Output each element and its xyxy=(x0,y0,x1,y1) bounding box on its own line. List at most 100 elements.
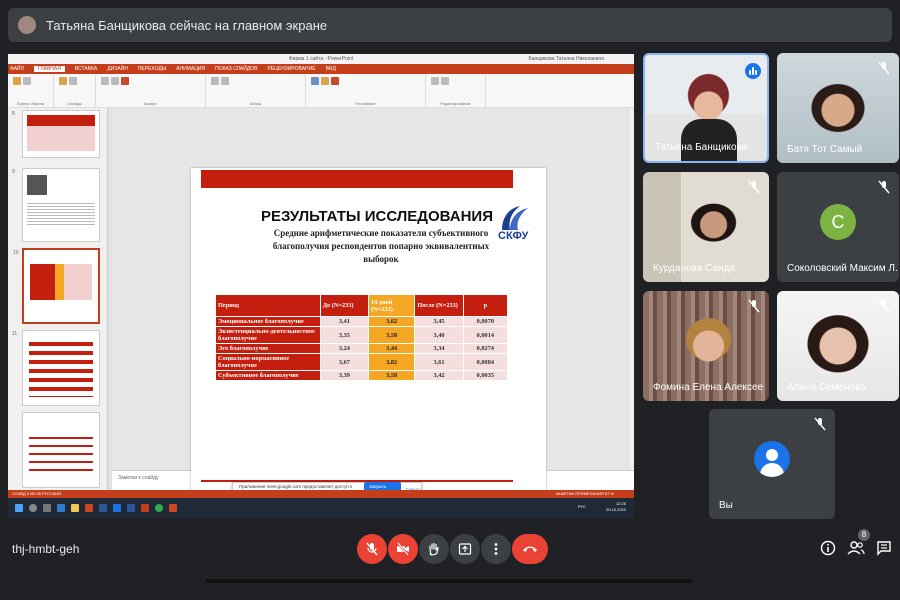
thumbs-scrollbar[interactable] xyxy=(108,108,112,490)
office-icon[interactable] xyxy=(85,504,93,512)
hang-up-icon xyxy=(523,546,537,552)
edge-icon[interactable] xyxy=(57,504,65,512)
ppt-window-title: Фирма 1 сайта - PowerPoint xyxy=(288,56,354,62)
col-header-after: После (N=233) xyxy=(414,294,464,317)
slide-thumb-11[interactable]: 11 xyxy=(12,330,100,406)
mic-off-icon xyxy=(878,180,890,194)
italic-icon[interactable] xyxy=(111,77,119,85)
mic-off-icon xyxy=(878,61,890,75)
chrome-icon[interactable] xyxy=(155,504,163,512)
keyboard-language[interactable]: РУС xyxy=(578,504,586,509)
ribbon-group-drawing: Рисование xyxy=(306,74,426,107)
tab-home[interactable]: ГЛАВНАЯ xyxy=(33,66,65,72)
word-icon[interactable] xyxy=(99,504,107,512)
ribbon-group-slides: Слайды xyxy=(54,74,96,107)
participant-name: Фомина Елена Алексее... xyxy=(653,382,763,393)
table-row: Социально-нормативное благополучие 3,67 … xyxy=(215,353,509,371)
tab-animation[interactable]: АНИМАЦИЯ xyxy=(176,66,205,72)
chat-button[interactable] xyxy=(874,538,894,558)
mic-off-icon xyxy=(878,299,890,313)
find-icon[interactable] xyxy=(431,77,439,85)
participant-tile[interactable]: Алина Семенова xyxy=(777,291,899,401)
shapes-icon[interactable] xyxy=(311,77,319,85)
self-tile[interactable]: Вы xyxy=(709,409,835,519)
replace-icon[interactable] xyxy=(441,77,449,85)
col-header-before: До (N=233) xyxy=(319,294,370,317)
current-slide: РЕЗУЛЬТАТЫ ИССЛЕДОВАНИЯ Средние арифмети… xyxy=(191,168,546,516)
participant-tile[interactable]: С Соколовский Максим Л... xyxy=(777,172,899,282)
powerpoint-icon-2[interactable] xyxy=(169,504,177,512)
font-color-icon[interactable] xyxy=(121,77,129,85)
participant-name: Татьяна Банщикова xyxy=(655,142,748,153)
bottom-edge-bar xyxy=(206,579,692,583)
mic-toggle-button[interactable] xyxy=(357,534,387,564)
tab-slideshow[interactable]: ПОКАЗ СЛАЙДОВ xyxy=(215,66,257,72)
participant-name: Курданова Саида xyxy=(653,263,735,274)
ribbon-group-clipboard: Буфер обмена xyxy=(8,74,54,107)
meet-controls: thj-hmbt-geh xyxy=(0,520,900,580)
ppt-status-bar: СЛАЙД 9 ИЗ 36 РУССКИЙ ЗАМЕТКИ ПРИМЕЧАНИЯ… xyxy=(8,490,634,498)
tab-design[interactable]: ДИЗАЙН xyxy=(107,66,128,72)
slide-thumb-12[interactable] xyxy=(22,412,100,488)
shared-screen: Фирма 1 сайта - PowerPoint Банщикова Тат… xyxy=(8,54,634,518)
more-vert-icon xyxy=(494,543,498,555)
slide-thumb-9[interactable]: 9 xyxy=(12,168,100,242)
new-slide-icon[interactable] xyxy=(59,77,67,85)
explorer-icon[interactable] xyxy=(71,504,79,512)
cut-icon[interactable] xyxy=(23,77,31,85)
participant-tile[interactable]: Курданова Саида xyxy=(643,172,769,282)
mic-off-icon xyxy=(366,542,378,556)
paste-icon[interactable] xyxy=(13,77,21,85)
participant-tile[interactable]: Татьяна Банщикова xyxy=(643,53,769,163)
windows-start-icon[interactable] xyxy=(15,504,23,512)
participant-name: Батя Тот Самый xyxy=(787,144,863,155)
tab-view[interactable]: ВИД xyxy=(326,66,336,72)
slide-thumbnails: 8 9 10 11 xyxy=(8,108,108,490)
ppt-workspace: 8 9 10 11 Заметки к слайду РЕЗУЛЬТАТЫ ИС… xyxy=(8,108,634,516)
layout-icon[interactable] xyxy=(69,77,77,85)
participant-name: Соколовский Максим Л... xyxy=(787,263,897,274)
participant-tile[interactable]: Батя Тот Самый xyxy=(777,53,899,163)
tab-insert[interactable]: ВСТАВКА xyxy=(75,66,97,72)
participants-button[interactable] xyxy=(846,538,866,558)
tab-transitions[interactable]: ПЕРЕХОДЫ xyxy=(138,66,166,72)
align-icon[interactable] xyxy=(221,77,229,85)
powerpoint-icon[interactable] xyxy=(141,504,149,512)
quick-styles-icon[interactable] xyxy=(331,77,339,85)
raise-hand-button[interactable] xyxy=(419,534,449,564)
self-avatar-icon xyxy=(754,441,790,477)
bullets-icon[interactable] xyxy=(211,77,219,85)
bold-icon[interactable] xyxy=(101,77,109,85)
table-row: Эго благополучие 3,24 3,44 3,34 0,0274 xyxy=(215,343,509,354)
tab-review[interactable]: РЕЦЕНЗИРОВАНИЕ xyxy=(267,66,315,72)
taskbar-clock: 12:26 20.10.2022 xyxy=(605,501,626,512)
results-table: Период До (N=233) 14 дней (N=233) После … xyxy=(215,294,509,381)
slide-scrollbar[interactable] xyxy=(628,108,634,470)
meeting-info-button[interactable] xyxy=(818,538,838,558)
table-row: Эмоциональное благополучие 3,41 3,62 3,4… xyxy=(215,316,509,327)
mic-off-icon xyxy=(748,180,760,194)
slide-header-bar xyxy=(201,170,513,188)
word-icon-2[interactable] xyxy=(127,504,135,512)
slide-subtitle: Средние арифметические показатели субъек… xyxy=(272,228,490,264)
arrange-icon[interactable] xyxy=(321,77,329,85)
ppt-title-bar: Фирма 1 сайта - PowerPoint Банщикова Тат… xyxy=(8,54,634,64)
meeting-code: thj-hmbt-geh xyxy=(12,542,80,556)
logo-wings-icon xyxy=(502,206,528,230)
table-header-row: Период До (N=233) 14 дней (N=233) После … xyxy=(215,294,509,317)
slide-thumb-10-selected[interactable]: 10 xyxy=(13,248,100,324)
search-icon[interactable] xyxy=(29,504,37,512)
leave-call-button[interactable] xyxy=(512,534,548,564)
mic-off-icon xyxy=(748,299,760,313)
ribbon: Буфер обмена Слайды Шрифт Абзац Рисовани… xyxy=(8,74,634,108)
participant-tile[interactable]: Фомина Елена Алексее... xyxy=(643,291,769,401)
speaking-indicator-icon xyxy=(745,63,761,79)
presenter-avatar xyxy=(18,16,36,34)
camera-toggle-button[interactable] xyxy=(388,534,418,564)
present-screen-button[interactable] xyxy=(450,534,480,564)
slide-thumb-8[interactable]: 8 xyxy=(12,110,100,158)
task-view-icon[interactable] xyxy=(43,504,51,512)
more-options-button[interactable] xyxy=(481,534,511,564)
app-icon[interactable] xyxy=(113,504,121,512)
tab-file[interactable]: ФАЙЛ xyxy=(10,66,24,72)
